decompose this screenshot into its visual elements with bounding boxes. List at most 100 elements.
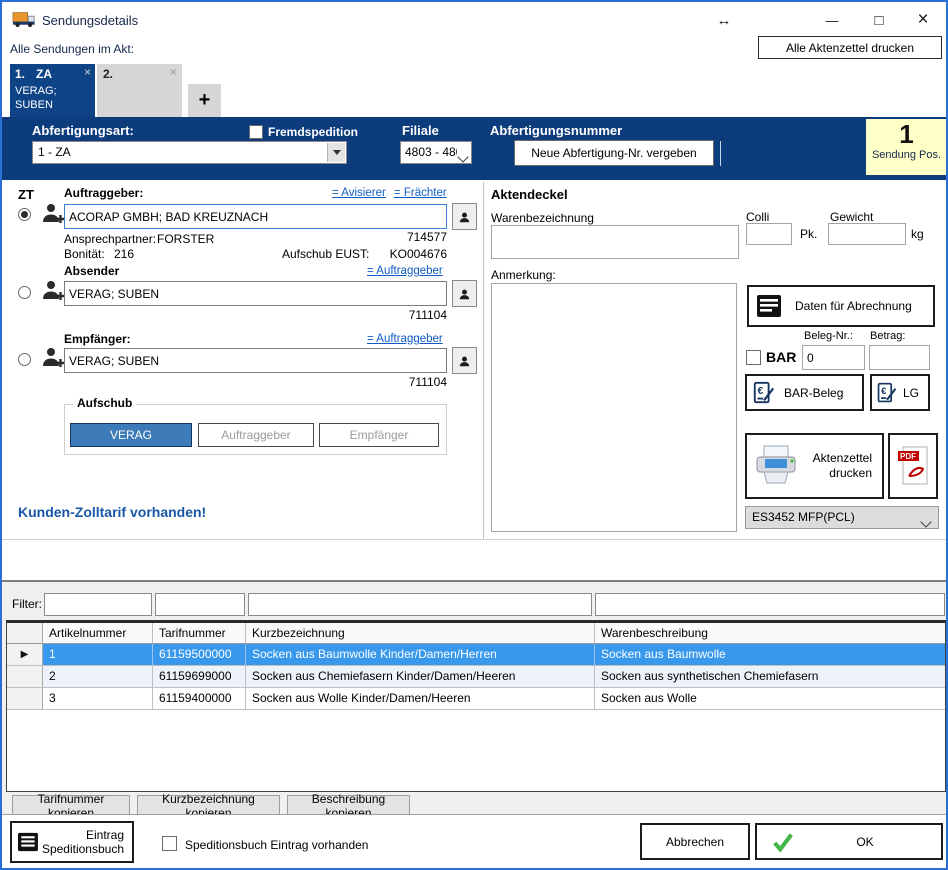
cell-tarifnummer[interactable]: 61159400000 <box>153 688 246 709</box>
resize-icon[interactable]: ↔ <box>708 9 740 31</box>
minimize-icon[interactable]: — <box>816 9 848 31</box>
absender-contact-button[interactable] <box>452 280 477 307</box>
aktenzettel-line2: drucken <box>829 466 872 480</box>
aktenzettel-drucken-button[interactable]: Aktenzettel drucken <box>745 433 884 499</box>
abfertigungsnummer-label: Abfertigungsnummer <box>490 123 622 138</box>
auftraggeber-radio[interactable] <box>18 208 31 221</box>
empfaenger-contact-button[interactable] <box>452 347 477 374</box>
bar-checkbox[interactable] <box>746 350 761 365</box>
cell-kurzbezeichnung[interactable]: Socken aus Baumwolle Kinder/Damen/Herren <box>246 644 595 665</box>
printer-select[interactable]: ES3452 MFP(PCL) <box>745 506 939 529</box>
column-header-artikelnummer[interactable]: Artikelnummer <box>43 623 153 643</box>
cell-warenbeschreibung[interactable]: Socken aus Wolle <box>595 688 945 709</box>
table-row-2[interactable]: 2 61159699000 Socken aus Chemiefasern Ki… <box>7 666 945 688</box>
tab1-close-icon[interactable]: × <box>84 65 91 79</box>
bar-beleg-button[interactable]: € BAR-Beleg <box>745 374 864 411</box>
add-person-icon[interactable] <box>42 346 66 370</box>
absender-input[interactable] <box>64 281 447 306</box>
aktendeckel-title: Aktendeckel <box>491 187 568 202</box>
anmerkung-textarea[interactable] <box>491 283 737 532</box>
auftraggeber-input[interactable] <box>64 204 447 229</box>
column-header-kurzbezeichnung[interactable]: Kurzbezeichnung <box>246 623 595 643</box>
filiale-select[interactable]: 4803 - 480 <box>400 141 472 164</box>
empfaenger-radio[interactable] <box>18 353 31 366</box>
speditionsbuch-checkbox[interactable] <box>162 836 177 851</box>
add-person-icon[interactable] <box>42 279 66 303</box>
absender-radio[interactable] <box>18 286 31 299</box>
cell-warenbeschreibung[interactable]: Socken aus Baumwolle <box>595 644 945 665</box>
pdf-badge-text: PDF <box>900 452 916 461</box>
betrag-input[interactable] <box>869 345 930 370</box>
cell-artikelnummer[interactable]: 3 <box>43 688 153 709</box>
neue-abfertigungsnummer-button[interactable]: Neue Abfertigung-Nr. vergeben <box>514 140 714 166</box>
person-icon <box>459 209 470 225</box>
zt-label: ZT <box>18 187 34 202</box>
filter-label: Filter: <box>12 597 42 611</box>
ok-button[interactable]: OK <box>755 823 943 860</box>
sendung-pos-label: Sendung Pos. <box>866 149 947 161</box>
add-person-icon[interactable] <box>42 202 66 226</box>
cell-tarifnummer[interactable]: 61159500000 <box>153 644 246 665</box>
cell-kurzbezeichnung[interactable]: Socken aus Chemiefasern Kinder/Damen/Hee… <box>246 666 595 687</box>
cell-tarifnummer[interactable]: 61159699000 <box>153 666 246 687</box>
row-selector-cell <box>7 688 43 709</box>
dropdown-arrow-icon[interactable] <box>327 143 345 162</box>
gewicht-input[interactable] <box>828 223 906 245</box>
filter-artikelnummer-input[interactable] <box>44 593 152 616</box>
daten-fuer-abrechnung-button[interactable]: Daten für Abrechnung <box>747 285 935 327</box>
cancel-button[interactable]: Abbrechen <box>640 823 750 860</box>
aufschub-eust-value: KO004676 <box>367 247 447 261</box>
avisierer-link[interactable]: = Avisierer <box>332 187 386 199</box>
cell-artikelnummer[interactable]: 1 <box>43 644 153 665</box>
fremdspedition-checkbox[interactable] <box>249 125 263 139</box>
anmerkung-label: Anmerkung: <box>491 268 556 282</box>
warenbezeichnung-input[interactable] <box>491 225 739 259</box>
ok-button-label: OK <box>795 835 935 849</box>
empfaenger-auftraggeber-link[interactable]: = Auftraggeber <box>367 333 443 345</box>
auftraggeber-contact-button[interactable] <box>452 203 477 230</box>
filter-tarifnummer-input[interactable] <box>155 593 245 616</box>
fremdspedition-label: Fremdspedition <box>268 125 358 139</box>
aufschub-auftraggeber-button[interactable]: Auftraggeber <box>198 423 314 447</box>
copy-tarifnummer-button[interactable]: Tarifnummer kopieren <box>12 795 130 816</box>
maximize-icon[interactable]: □ <box>863 9 895 31</box>
pdf-button[interactable]: PDF <box>888 433 938 499</box>
copy-beschreibung-button[interactable]: Beschreibung kopieren <box>287 795 410 816</box>
table-row-3[interactable]: 3 61159400000 Socken aus Wolle Kinder/Da… <box>7 688 945 710</box>
aufschub-empfaenger-button[interactable]: Empfänger <box>319 423 439 447</box>
cell-artikelnummer[interactable]: 2 <box>43 666 153 687</box>
band-separator <box>720 141 721 166</box>
close-icon[interactable]: × <box>905 9 941 31</box>
table-row-1-selected[interactable]: ▶ 1 61159500000 Socken aus Baumwolle Kin… <box>7 644 945 666</box>
tab1-number: 1. <box>15 67 25 81</box>
gewicht-label: Gewicht <box>830 210 873 224</box>
beleg-nr-input[interactable] <box>802 345 865 370</box>
tab1-line3: SUBEN <box>15 99 53 111</box>
copy-kurzbezeichnung-button[interactable]: Kurzbezeichnung kopieren <box>137 795 280 816</box>
book-lines-icon <box>18 830 38 854</box>
cell-kurzbezeichnung[interactable]: Socken aus Wolle Kinder/Damen/Heeren <box>246 688 595 709</box>
articles-table: Artikelnummer Tarifnummer Kurzbezeichnun… <box>6 620 946 792</box>
colli-input[interactable] <box>746 223 792 245</box>
column-header-tarifnummer[interactable]: Tarifnummer <box>153 623 246 643</box>
abfertigung-band: Abfertigungsart: 1 - ZA Fremdspedition F… <box>2 117 946 180</box>
column-header-warenbeschreibung[interactable]: Warenbeschreibung <box>595 623 945 643</box>
eintrag-speditionsbuch-button[interactable]: Eintrag Speditionsbuch <box>10 821 134 863</box>
aufschub-eust-label: Aufschub EUST: <box>282 247 369 261</box>
print-all-aktenzettel-button[interactable]: Alle Aktenzettel drucken <box>758 36 942 59</box>
tab-shipment-1[interactable]: 1. ZA × VERAG; SUBEN <box>10 64 95 117</box>
lg-button[interactable]: € LG <box>870 374 930 411</box>
empfaenger-input[interactable] <box>64 348 447 373</box>
abfertigungsart-select[interactable]: 1 - ZA <box>32 141 347 164</box>
cell-warenbeschreibung[interactable]: Socken aus synthetischen Chemiefasern <box>595 666 945 687</box>
sendungsdetails-window: Sendungsdetails ↔ — □ × Alle Sendungen i… <box>0 0 948 870</box>
fraechter-link[interactable]: = Frächter <box>394 187 447 199</box>
person-icon <box>459 353 470 369</box>
absender-auftraggeber-link[interactable]: = Auftraggeber <box>367 265 443 277</box>
aufschub-verag-button[interactable]: VERAG <box>70 423 192 447</box>
add-shipment-tab-button[interactable]: + <box>188 84 221 117</box>
filter-kurzbezeichnung-input[interactable] <box>248 593 592 616</box>
filter-warenbeschreibung-input[interactable] <box>595 593 945 616</box>
tab-shipment-2[interactable]: 2. × <box>97 64 182 117</box>
tab2-close-icon[interactable]: × <box>170 65 177 79</box>
